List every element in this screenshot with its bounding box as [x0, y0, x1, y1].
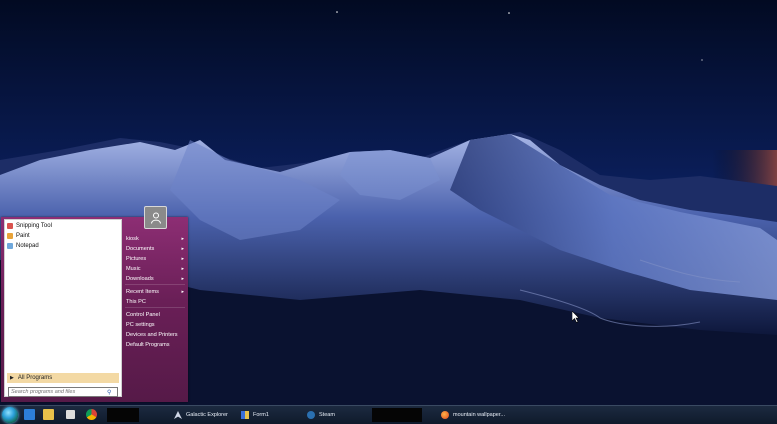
menu-item-label: Recent Items — [126, 288, 159, 295]
redacted-taskbar-item — [372, 408, 422, 422]
chevron-right-icon: ▸ — [181, 255, 184, 262]
program-notepad[interactable]: Notepad — [5, 241, 121, 250]
menu-item-downloads[interactable]: Downloads ▸ — [126, 274, 186, 283]
start-menu: Snipping Tool Paint Notepad ▶ All Progra… — [1, 206, 188, 402]
galactic-explorer-icon — [174, 411, 182, 419]
chevron-right-icon: ▸ — [181, 288, 184, 295]
scissors-icon — [7, 222, 13, 229]
search-input[interactable] — [9, 388, 107, 396]
file-explorer-icon[interactable] — [43, 409, 54, 420]
taskbar: Galactic Explorer Form1 Steam mountain w… — [0, 405, 777, 424]
menu-item-music[interactable]: Music ▸ — [126, 264, 186, 273]
menu-item-label: kiosk — [126, 235, 139, 242]
chrome-icon[interactable] — [86, 409, 97, 420]
menu-divider — [125, 307, 185, 308]
menu-item-label: Default Programs — [126, 341, 170, 348]
program-label: Notepad — [16, 242, 39, 249]
taskbar-button-steam[interactable]: Steam — [307, 407, 335, 423]
paint-palette-icon — [7, 232, 13, 239]
taskbar-button-form1[interactable]: Form1 — [241, 407, 269, 423]
search-icon[interactable]: ⚲ — [107, 389, 111, 396]
mail-icon[interactable] — [24, 409, 35, 420]
menu-item-pc-settings[interactable]: PC settings — [126, 320, 186, 329]
taskbar-button-firefox[interactable]: mountain wallpaper... — [441, 407, 505, 423]
menu-item-pictures[interactable]: Pictures ▸ — [126, 254, 186, 263]
chevron-right-icon: ▸ — [181, 265, 184, 272]
menu-item-label: Devices and Printers — [126, 331, 178, 338]
menu-item-default-programs[interactable]: Default Programs — [126, 340, 186, 349]
redacted-taskbar-item — [107, 408, 139, 422]
menu-item-label: Downloads — [126, 275, 154, 282]
program-snipping-tool[interactable]: Snipping Tool — [5, 221, 121, 230]
mouse-cursor-icon — [572, 311, 580, 323]
triangle-right-icon: ▶ — [10, 375, 14, 381]
user-icon — [150, 212, 161, 224]
avatar[interactable] — [144, 206, 167, 229]
search-box[interactable]: ⚲ — [8, 387, 118, 397]
store-icon[interactable] — [66, 410, 75, 419]
all-programs-button[interactable]: ▶ All Programs — [7, 373, 119, 383]
menu-item-control-panel[interactable]: Control Panel — [126, 310, 186, 319]
program-label: Snipping Tool — [16, 222, 52, 229]
start-button[interactable] — [2, 407, 18, 423]
menu-item-label: This PC — [126, 298, 146, 305]
taskbar-button-label: Galactic Explorer — [186, 412, 228, 418]
menu-divider — [125, 284, 185, 285]
menu-item-label: Music — [126, 265, 141, 272]
taskbar-button-galactic-explorer[interactable]: Galactic Explorer — [174, 407, 228, 423]
programs-pane: Snipping Tool Paint Notepad ▶ All Progra… — [4, 219, 122, 397]
chevron-right-icon: ▸ — [181, 275, 184, 282]
menu-item-documents[interactable]: Documents ▸ — [126, 244, 186, 253]
menu-item-devices-and-printers[interactable]: Devices and Printers — [126, 330, 186, 339]
chevron-right-icon: ▸ — [181, 235, 184, 242]
chevron-right-icon: ▸ — [181, 245, 184, 252]
menu-item-kiosk[interactable]: kiosk ▸ — [126, 234, 186, 243]
steam-icon — [307, 411, 315, 419]
firefox-icon — [441, 411, 449, 419]
notepad-icon — [7, 242, 13, 249]
taskbar-button-label: Steam — [319, 412, 335, 418]
form-window-icon — [241, 411, 249, 419]
taskbar-button-label: Form1 — [253, 412, 269, 418]
menu-item-label: PC settings — [126, 321, 155, 328]
taskbar-button-label: mountain wallpaper... — [453, 412, 505, 418]
program-paint[interactable]: Paint — [5, 231, 121, 240]
program-label: Paint — [16, 232, 30, 239]
menu-item-recent-items[interactable]: Recent Items ▸ — [126, 287, 186, 296]
menu-item-label: Control Panel — [126, 311, 160, 318]
menu-item-this-pc[interactable]: This PC — [126, 297, 186, 306]
menu-item-label: Documents — [126, 245, 155, 252]
menu-item-label: Pictures — [126, 255, 147, 262]
all-programs-label: All Programs — [17, 375, 53, 381]
